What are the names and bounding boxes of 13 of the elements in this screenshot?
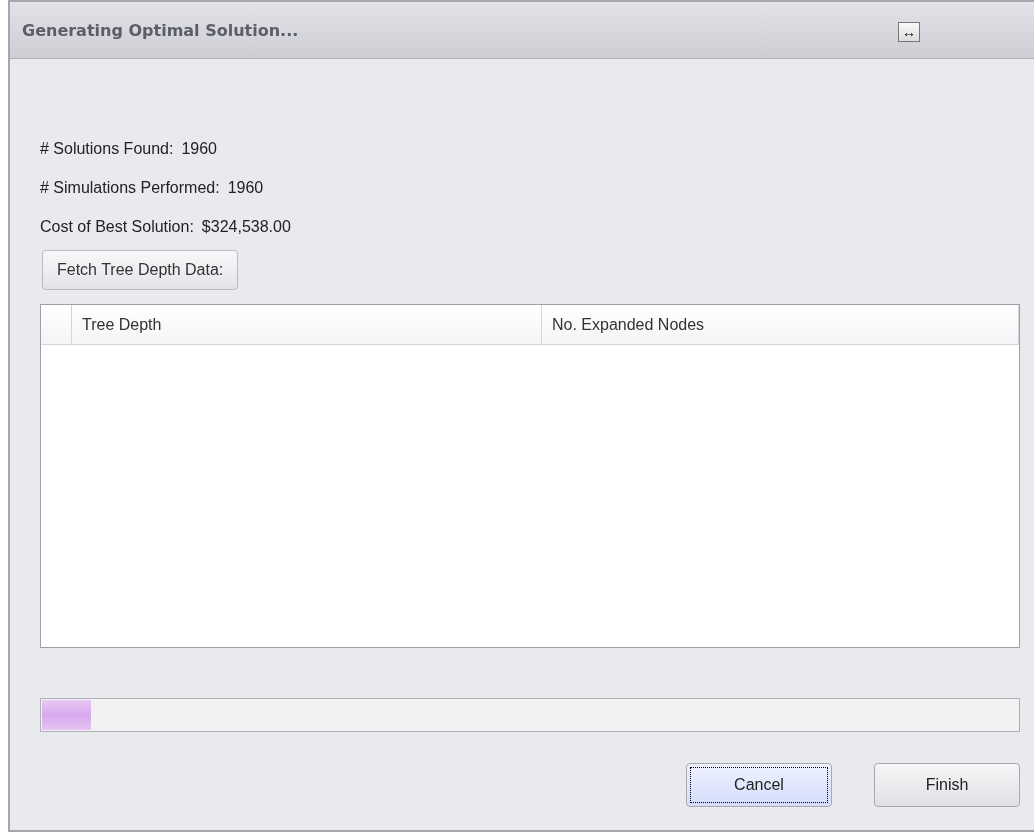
- resize-button[interactable]: ↔: [898, 22, 920, 42]
- dialog-button[interactable]: Finish: [874, 763, 1020, 807]
- window-title: Generating Optimal Solution...: [22, 20, 299, 40]
- stat-value: 1960: [181, 139, 217, 158]
- column-header[interactable]: Tree Depth: [72, 305, 542, 344]
- stat-label: # Simulations Performed:: [40, 178, 220, 197]
- stat-value: 1960: [227, 178, 264, 197]
- stat-value: $324,538.00: [201, 217, 291, 236]
- stat-label: Cost of Best Solution:: [40, 217, 194, 236]
- stat-label: # Solutions Found:: [40, 139, 174, 158]
- dialog-button[interactable]: Cancel: [686, 763, 832, 807]
- fetch-button[interactable]: Fetch Tree Depth Data:: [42, 250, 239, 290]
- column-header[interactable]: No. Expanded Nodes: [542, 305, 1019, 344]
